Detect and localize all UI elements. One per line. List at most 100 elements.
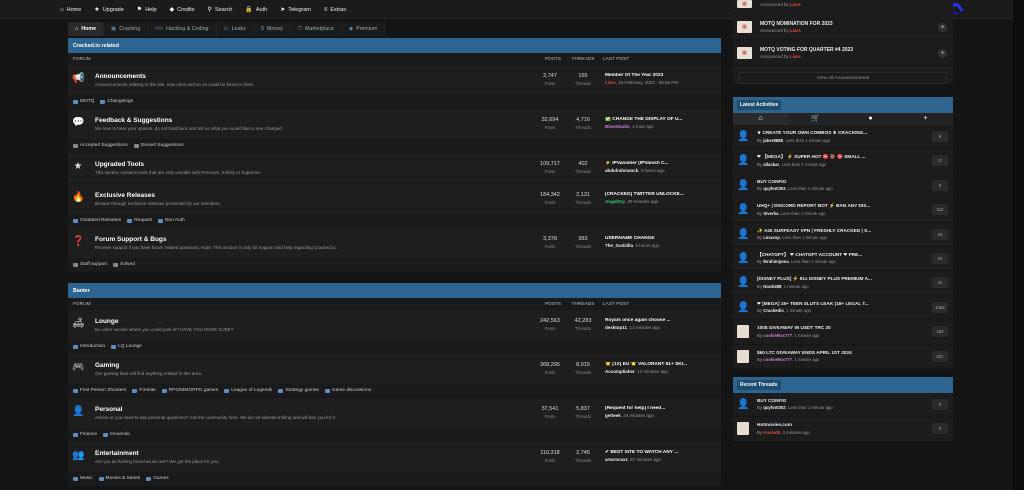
last-post-title-link[interactable]: Royals once again choose ... bbox=[605, 318, 720, 323]
tab-hacking-coding[interactable]: </> Hacking & Coding bbox=[148, 22, 217, 36]
activity-thread-link[interactable]: [DISNEY PLUS] ⚡ 91x DISNEY PLUS PREMIUM … bbox=[757, 276, 922, 282]
last-post-title-link[interactable]: ✔ BEST SITE TO WATCH ANY ... bbox=[605, 450, 720, 455]
subforum-link[interactable]: Accepted Suggestions bbox=[73, 143, 128, 148]
subforum-link[interactable]: Finance bbox=[73, 432, 97, 437]
announcement-item[interactable]: ▦ MOTQ VOTING FOR QUARTER #4 2023 Announce… bbox=[733, 40, 953, 66]
forum-title-link[interactable]: Personal bbox=[95, 406, 122, 413]
last-post-title-link[interactable]: Member Of The Year 2023 bbox=[605, 73, 720, 78]
nav-help-link[interactable]: ⚑ Help bbox=[137, 6, 157, 14]
subforum-link[interactable]: Changelogs bbox=[100, 99, 133, 104]
activity-thread-link[interactable]: UHQ+ | DISCORD REPORT BOT ⚡ BAN ANY DIS.… bbox=[757, 203, 922, 209]
subforum-link[interactable]: Strategy games bbox=[278, 388, 319, 393]
activity-thread-link[interactable]: $50 LTC GIVEAWAY ENDS APRIL 1ST 2024 bbox=[757, 350, 922, 355]
forum-title-link[interactable]: Entertainment bbox=[95, 450, 139, 457]
activity-item[interactable]: 👤 UHQ+ | DISCORD REPORT BOT ⚡ BAN ANY DIS… bbox=[733, 198, 953, 223]
nav-credits-link[interactable]: ◆ Credits bbox=[170, 6, 195, 14]
announcement-item[interactable]: ▦ Announced by Liars bbox=[733, 0, 953, 14]
subforum-link[interactable]: Introduction bbox=[73, 344, 105, 349]
subforum-link[interactable]: Music bbox=[73, 476, 93, 481]
subforum-link[interactable]: Fortnite bbox=[132, 388, 156, 393]
activity-thread-link[interactable]: ❤ [MEGA] 18+ TEEN SLUTS LEAK (18+ LEGAL … bbox=[757, 301, 922, 307]
subforum-link[interactable]: Staff support bbox=[73, 262, 107, 267]
activity-user-link[interactable]: Ibrahimjuma bbox=[763, 259, 789, 264]
forum-title-link[interactable]: Lounge bbox=[95, 318, 118, 325]
activity-thread-link[interactable]: 100$ GIVEAWAY IN USDT TRC 20 bbox=[757, 325, 922, 330]
plus-icon[interactable]: + bbox=[898, 113, 953, 125]
forum-title-link[interactable]: Feedback & Suggestions bbox=[95, 117, 172, 124]
nav-extras-link[interactable]: ≡ Extras bbox=[324, 7, 346, 13]
section-header[interactable]: Cracked.io related bbox=[68, 38, 721, 53]
activity-item[interactable]: 👤 BUY CONFIG By quyhn0302, Less than 1 min… bbox=[733, 393, 953, 418]
activity-user-link[interactable]: cookieBox777 bbox=[763, 357, 792, 362]
subforum-link[interactable]: Denied Suggestions bbox=[133, 143, 184, 148]
announcer-user-link[interactable]: Liars bbox=[790, 28, 801, 33]
activity-user-link[interactable]: Crackedis bbox=[763, 308, 784, 313]
subforum-link[interactable]: Innuendo bbox=[103, 432, 130, 437]
activity-item[interactable]: 👤 BUY CONFIG By quyhn0302, Less than 1 min… bbox=[733, 174, 953, 199]
tab-money[interactable]: $ Money bbox=[253, 22, 291, 36]
tab-cracking[interactable]: ▣ Cracking bbox=[104, 22, 149, 36]
nav-search-link[interactable]: ⚲ Search bbox=[208, 6, 233, 14]
tab-marketplace[interactable]: ⛉ Marketplace bbox=[290, 22, 342, 36]
subforum-link[interactable]: Movies & Series bbox=[98, 476, 140, 481]
activity-thread-link[interactable]: BUY CONFIG bbox=[757, 179, 922, 184]
last-post-title-link[interactable]: USERNAME CHANGE bbox=[605, 236, 720, 241]
activity-thread-link[interactable]: BUY CONFIG bbox=[757, 398, 922, 403]
forum-title-link[interactable]: Gaming bbox=[95, 362, 119, 369]
last-post-user-link[interactable]: Accompliaher bbox=[605, 369, 635, 374]
subforum-link[interactable]: League of Legends bbox=[224, 388, 272, 393]
forum-title-link[interactable]: Upgraded Tools bbox=[95, 161, 144, 168]
activity-item[interactable]: 👤 [DISNEY PLUS] ⚡ 91x DISNEY PLUS PREMIUM… bbox=[733, 271, 953, 296]
cart-icon[interactable]: 🛒 bbox=[788, 113, 843, 125]
view-all-announcements-button[interactable]: View All Announcements bbox=[739, 72, 947, 84]
last-post-user-link[interactable]: The_Godzilla bbox=[605, 243, 633, 248]
activity-user-link[interactable]: joker8888 bbox=[763, 138, 783, 143]
subforum-link[interactable]: Request bbox=[127, 218, 152, 223]
circle-icon[interactable]: ● bbox=[843, 113, 898, 125]
activity-item[interactable]: Hotmovies.com By Kostad5, 3 minutes ago 0 bbox=[733, 417, 953, 442]
last-post-title-link[interactable]: ⚡ IPVanisher (IPVanish C... bbox=[605, 161, 720, 166]
tab-home[interactable]: ⌂ Home bbox=[68, 22, 105, 36]
subforum-link[interactable]: Solved bbox=[113, 262, 135, 267]
activity-user-link[interactable]: Kostad5 bbox=[763, 430, 780, 435]
last-post-user-link[interactable]: BlowStudio bbox=[605, 124, 630, 129]
activity-item[interactable]: 👤 【CHATGPT】 ❤ CHATGPT ACCOUNT ❤ PRE... By … bbox=[733, 247, 953, 272]
activity-item[interactable]: 100$ GIVEAWAY IN USDT TRC 20 By cookieBox… bbox=[733, 320, 953, 345]
subforum-link[interactable]: Game discussions bbox=[324, 388, 371, 393]
activity-user-link[interactable]: Siverka bbox=[763, 211, 778, 216]
home-icon[interactable]: ⌂ bbox=[733, 113, 788, 125]
activity-item[interactable]: $50 LTC GIVEAWAY ENDS APRIL 1ST 2024 By c… bbox=[733, 345, 953, 369]
last-post-title-link[interactable]: [Request for help] I need... bbox=[605, 406, 720, 411]
activity-user-link[interactable]: cookieBox777 bbox=[763, 333, 792, 338]
forum-title-link[interactable]: Exclusive Releases bbox=[95, 192, 155, 199]
subforum-link[interactable]: RPG/MMORPG games bbox=[161, 388, 218, 393]
activity-thread-link[interactable]: ⚜ CREATE YOUR OWN COMBOS ⚜ CRACKING... bbox=[757, 130, 922, 136]
nav-home-link[interactable]: ⌂ Home bbox=[60, 7, 81, 13]
activity-user-link[interactable]: Noob498 bbox=[763, 284, 781, 289]
last-post-user-link[interactable]: desktop11 bbox=[605, 325, 627, 330]
subforum-link[interactable]: Games bbox=[146, 476, 169, 481]
nav-telegram-link[interactable]: ➤ Telegram bbox=[280, 6, 311, 14]
last-post-title-link[interactable]: ⭐ [1X] EU ⭐ VALORANT 51+ SKI... bbox=[605, 362, 720, 367]
section-header[interactable]: Banter bbox=[68, 283, 721, 298]
last-post-title-link[interactable]: ✅ CHANGE THE DISPLAY OF U... bbox=[605, 117, 720, 122]
activity-user-link[interactable]: quyhn0302 bbox=[763, 186, 785, 191]
last-post-user-link[interactable]: getteek bbox=[605, 413, 621, 418]
activity-item[interactable]: 👤 ⚜ CREATE YOUR OWN COMBOS ⚜ CRACKING... B… bbox=[733, 125, 953, 150]
activity-thread-link[interactable]: ✨ X45 SURFEASY VPN | FRESHLY CRACKED | S… bbox=[757, 228, 922, 234]
forum-title-link[interactable]: Forum Support & Bugs bbox=[95, 236, 167, 243]
subforum-link[interactable]: MOTQ bbox=[73, 99, 94, 104]
dismiss-icon[interactable]: ● bbox=[938, 49, 947, 58]
activity-user-link[interactable]: Linuxop bbox=[763, 235, 780, 240]
announcer-user-link[interactable]: Liars bbox=[790, 54, 801, 59]
activity-item[interactable]: 👤 ❤ 【MEGA】 ⚡ SUPER HOT ⛔ 🔞 ⛔ SMALL ... By … bbox=[733, 149, 953, 174]
last-post-user-link[interactable]: abdulrahmanck bbox=[605, 168, 638, 173]
nav-auth-link[interactable]: 🔒 Auth bbox=[245, 6, 267, 14]
activity-user-link[interactable]: quyhn0302 bbox=[763, 405, 785, 410]
activity-thread-link[interactable]: ❤ 【MEGA】 ⚡ SUPER HOT ⛔ 🔞 ⛔ SMALL ... bbox=[757, 154, 922, 160]
forum-title-link[interactable]: Announcements bbox=[95, 73, 146, 80]
activity-thread-link[interactable]: Hotmovies.com bbox=[757, 422, 922, 427]
subforum-link[interactable]: LQ Lounge bbox=[111, 344, 142, 349]
last-post-user-link[interactable]: AngelDry bbox=[605, 199, 625, 204]
subforum-link[interactable]: Non Auth bbox=[157, 218, 185, 223]
